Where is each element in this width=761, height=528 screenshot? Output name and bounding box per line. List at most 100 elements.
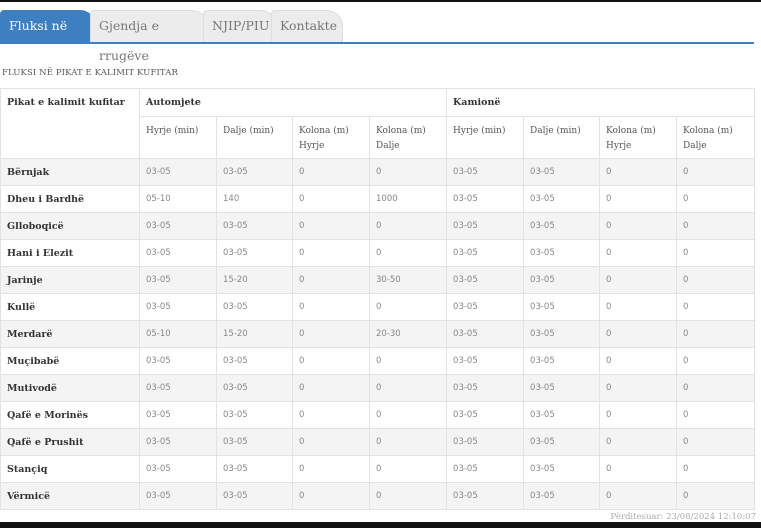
crossing-point-name: Vërmicë	[0, 482, 140, 510]
table-cell: 0	[676, 374, 756, 402]
table-cell: 0	[292, 158, 370, 186]
border-flow-table: Pikat e kalimit kufitar Automjete Kamion…	[0, 88, 756, 510]
table-cell: 03-05	[446, 185, 525, 213]
header-cars-entry-min: Hyrje (min)	[139, 116, 217, 159]
table-cell: 03-05	[216, 347, 293, 375]
table-cell: 0	[292, 293, 370, 321]
table-cell: 0	[368, 482, 448, 510]
table-cell: 03-05	[523, 266, 601, 294]
table-cell: 0	[599, 347, 678, 375]
table-cell: 03-05	[139, 401, 217, 429]
table-cell: 03-05	[446, 374, 525, 402]
table-cell: 140	[216, 185, 293, 213]
table-cell: 03-05	[139, 428, 217, 456]
header-trucks-queue-entry: Kolona (m) Hyrje	[599, 116, 678, 159]
header-cars-queue-exit: Kolona (m) Dalje	[368, 116, 448, 159]
table-cell: 0	[676, 239, 756, 267]
table-cell: 03-05	[139, 266, 217, 294]
header-group-cars: Automjete	[138, 88, 448, 117]
table-cell: 03-05	[139, 239, 217, 267]
table-cell: 0	[368, 374, 448, 402]
table-cell: 0	[599, 239, 678, 267]
table-cell: 03-05	[523, 293, 601, 321]
table-cell: 03-05	[216, 212, 293, 240]
table-cell: 0	[599, 482, 678, 510]
table-cell: 0	[292, 320, 370, 348]
table-cell: 0	[599, 428, 678, 456]
table-cell: 0	[368, 428, 448, 456]
table-cell: 03-05	[216, 158, 293, 186]
header-cars-queue-entry: Kolona (m) Hyrje	[292, 116, 370, 159]
table-cell: 15-20	[216, 320, 293, 348]
table-cell: 05-10	[139, 320, 217, 348]
table-cell: 0	[676, 455, 756, 483]
table-cell: 0	[599, 158, 678, 186]
crossing-point-name: Jarinje	[0, 266, 140, 294]
crossing-point-name: Merdarë	[0, 320, 140, 348]
table-cell: 03-05	[523, 401, 601, 429]
header-crossing-point: Pikat e kalimit kufitar	[0, 88, 140, 159]
crossing-point-name: Hani i Elezit	[0, 239, 140, 267]
table-cell: 03-05	[216, 374, 293, 402]
table-cell: 0	[599, 212, 678, 240]
table-cell: 0	[676, 482, 756, 510]
table-cell: 03-05	[446, 428, 525, 456]
table-row: Muçibabë 03-05 03-05 0 0 03-05 03-05 0 0	[0, 347, 756, 375]
table-cell: 03-05	[216, 293, 293, 321]
table-cell: 0	[368, 158, 448, 186]
crossing-point-name: Qafë e Morinës	[0, 401, 140, 429]
header-group-trucks: Kamionë	[446, 88, 756, 117]
crossing-point-name: Muçibabë	[0, 347, 140, 375]
table-cell: 0	[676, 347, 756, 375]
table-cell: 0	[676, 293, 756, 321]
table-cell: 03-05	[216, 482, 293, 510]
crossing-point-name: Bërnjak	[0, 158, 140, 186]
table-cell: 0	[676, 428, 756, 456]
table-cell: 03-05	[216, 428, 293, 456]
table-cell: 03-05	[523, 212, 601, 240]
tab-fluksi-ne-kufi[interactable]: Fluksi në kufi	[0, 10, 96, 63]
table-cell: 0	[676, 158, 756, 186]
table-cell: 03-05	[446, 266, 525, 294]
table-cell: 0	[599, 374, 678, 402]
table-cell: 0	[599, 320, 678, 348]
tab-kontakte[interactable]: Kontakte	[271, 10, 343, 42]
table-cell: 03-05	[446, 482, 525, 510]
last-updated: Përditesuar: 23/08/2024 12:10:07	[610, 512, 756, 522]
table-cell: 0	[292, 239, 370, 267]
table-cell: 03-05	[139, 293, 217, 321]
table-cell: 03-05	[139, 212, 217, 240]
crossing-point-name: Glloboqicë	[0, 212, 140, 240]
table-cell: 03-05	[216, 455, 293, 483]
table-row: Qafë e Morinës 03-05 03-05 0 0 03-05 03-05 0 0	[0, 401, 756, 429]
header-trucks-queue-exit: Kolona (m) Dalje	[676, 116, 756, 159]
table-cell: 03-05	[139, 158, 217, 186]
table-cell: 03-05	[446, 293, 525, 321]
table-cell: 0	[368, 401, 448, 429]
table-header-row: Pikat e kalimit kufitar Automjete Kamion…	[0, 88, 756, 159]
table-cell: 03-05	[139, 374, 217, 402]
table-row: Merdarë 05-10 15-20 0 20-30 03-05 03-05 0 0	[0, 320, 756, 348]
table-cell: 05-10	[139, 185, 217, 213]
table-cell: 0	[368, 347, 448, 375]
section-title: FLUKSI NË PIKAT E KALIMIT KUFITAR	[2, 68, 178, 78]
table-row: Mutivodë 03-05 03-05 0 0 03-05 03-05 0 0	[0, 374, 756, 402]
table-cell: 03-05	[523, 347, 601, 375]
table-cell: 0	[599, 185, 678, 213]
table-cell: 03-05	[139, 347, 217, 375]
header-trucks-entry-min: Hyrje (min)	[446, 116, 525, 159]
crossing-point-name: Stançiq	[0, 455, 140, 483]
table-cell: 03-05	[523, 320, 601, 348]
table-cell: 0	[599, 293, 678, 321]
table-row: Qafë e Prushit 03-05 03-05 0 0 03-05 03-05 0 0	[0, 428, 756, 456]
tab-njip-piu[interactable]: NJIP/PIU	[203, 10, 277, 42]
table-cell: 0	[292, 185, 370, 213]
table-row: Vërmicë 03-05 03-05 0 0 03-05 03-05 0 0	[0, 482, 756, 510]
tab-gjendja-e-rrugeve[interactable]: Gjendja e rrugëve	[90, 10, 208, 63]
table-cell: 0	[676, 185, 756, 213]
table-cell: 03-05	[446, 401, 525, 429]
table-cell: 03-05	[446, 158, 525, 186]
table-cell: 0	[368, 212, 448, 240]
table-row: Stançiq 03-05 03-05 0 0 03-05 03-05 0 0	[0, 455, 756, 483]
table-cell: 03-05	[523, 185, 601, 213]
